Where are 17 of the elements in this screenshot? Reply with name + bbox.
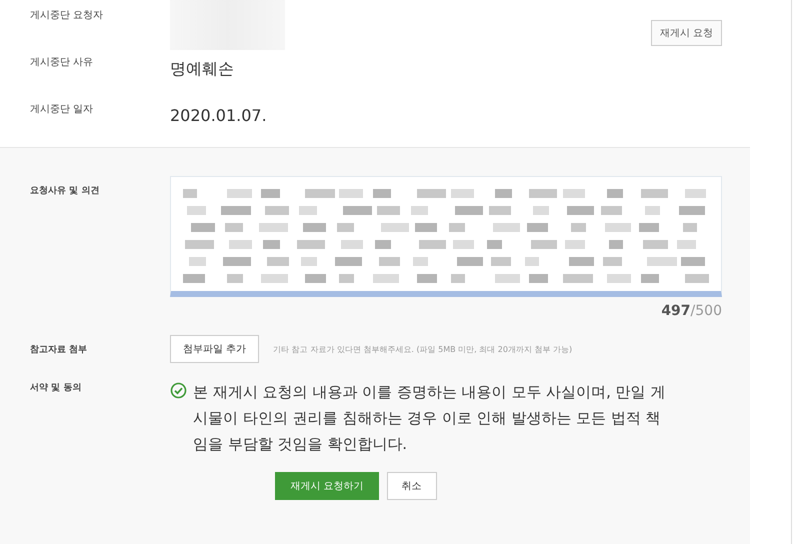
repost-request-button[interactable]: 재게시 요청 xyxy=(650,20,722,46)
field-label: 요청사유 및 의견 xyxy=(30,185,100,197)
field-label: 게시중단 일자 xyxy=(30,103,94,116)
character-counter: 497/500 xyxy=(661,303,722,319)
submit-button[interactable]: 재게시 요청하기 xyxy=(275,472,379,500)
check-icon[interactable] xyxy=(170,382,187,399)
field-label: 게시중단 사유 xyxy=(30,56,94,69)
field-label: 게시중단 요청자 xyxy=(30,9,104,22)
opinion-textarea[interactable] xyxy=(170,176,722,297)
field-label: 서약 및 동의 xyxy=(30,382,82,394)
field-value: 명예훼손 xyxy=(170,59,234,80)
field-label: 참고자료 첨부 xyxy=(30,344,88,356)
attach-file-button[interactable]: 첨부파일 추가 xyxy=(170,335,260,363)
field-value: 2020.01.07. xyxy=(170,106,267,125)
cancel-button[interactable]: 취소 xyxy=(386,472,437,500)
attachment-hint: 기타 참고 자료가 있다면 첨부해주세요. (파일 5MB 미만, 최대 20개까지 첨부 가능) xyxy=(273,344,572,354)
agreement-text: 본 재게시 요청의 내용과 이를 증명하는 내용이 모두 사실이며, 만일 게시물이 타인의 권리를 침해하는 경우 이로 인해 발생하는 모든 법적 책임을 부담할 것임을 확인합니다. xyxy=(193,382,666,455)
